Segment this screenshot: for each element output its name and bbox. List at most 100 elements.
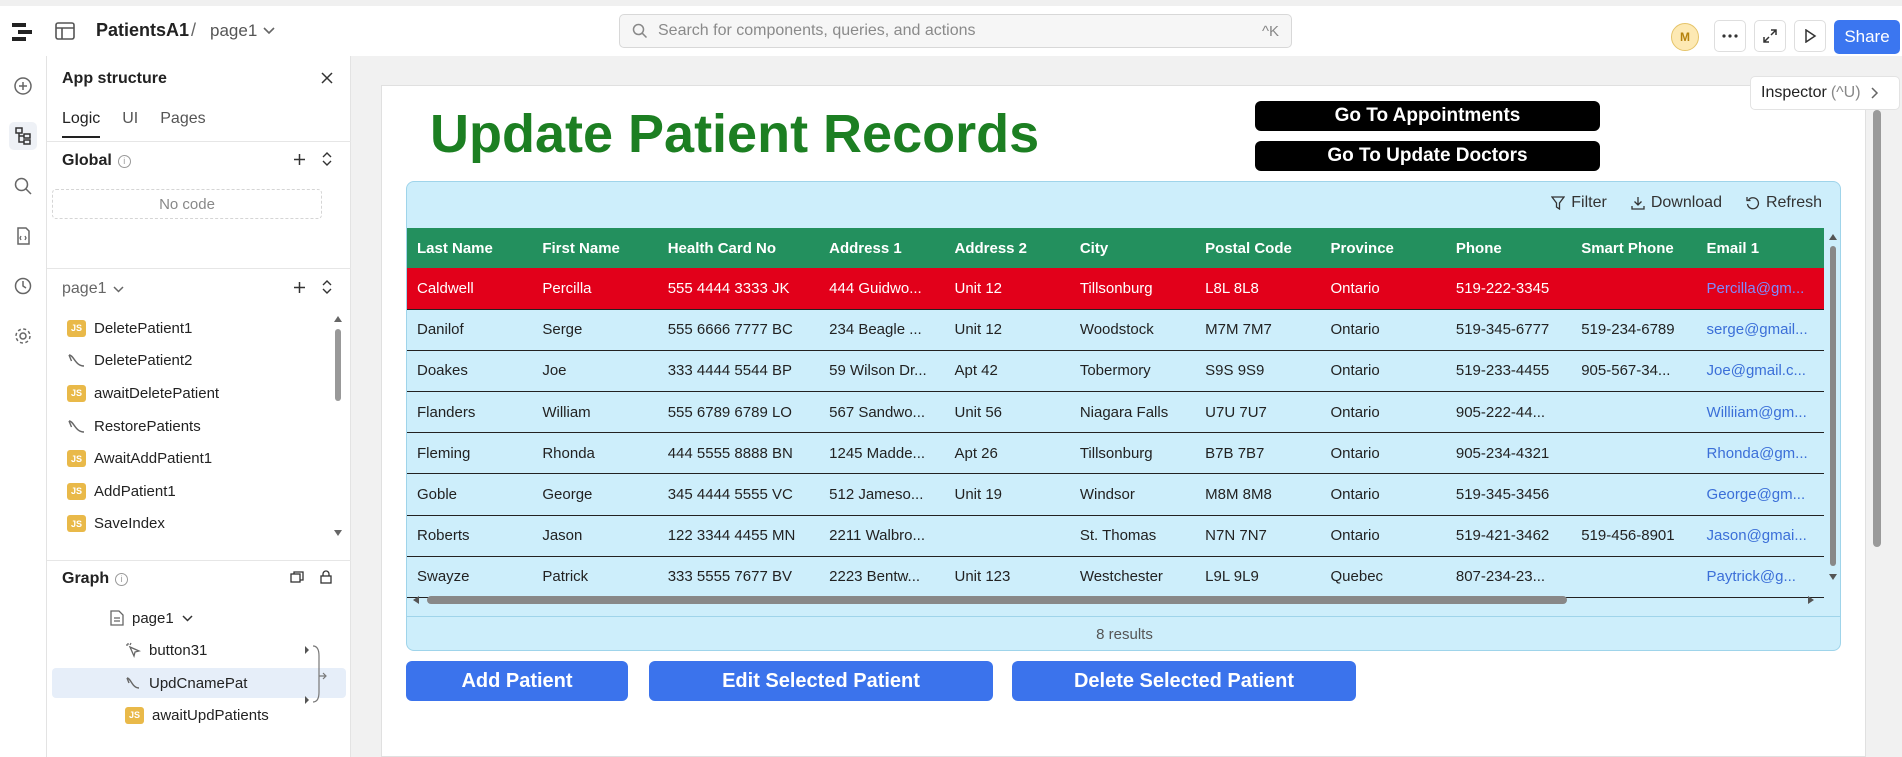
add-patient-button[interactable]: Add Patient	[406, 661, 628, 701]
close-panel-button[interactable]	[317, 68, 337, 88]
table-row[interactable]: Danilof Serge 555 6666 7777 BC 234 Beagle .…	[407, 309, 1824, 351]
code-rail-button[interactable]	[9, 222, 37, 250]
column-header[interactable]: Health Card No	[657, 228, 820, 268]
column-header[interactable]: City	[1069, 228, 1196, 268]
user-avatar[interactable]: M	[1671, 23, 1699, 51]
query-item[interactable]: DeletePatient2	[67, 345, 337, 378]
layout-icon[interactable]	[55, 22, 75, 40]
table-cell: Danilof	[407, 309, 533, 351]
graph-node-updcnamepat[interactable]: UpdCnamePat	[125, 669, 247, 697]
preview-button[interactable]	[1794, 20, 1826, 52]
download-button[interactable]: Download	[1631, 194, 1722, 212]
page-tools	[293, 280, 332, 294]
query-item[interactable]: JS SaveIndex	[67, 508, 337, 541]
refresh-button[interactable]: Refresh	[1746, 194, 1822, 212]
edit-selected-patient-button[interactable]: Edit Selected Patient	[649, 661, 993, 701]
table-cell: 567 Sandwo...	[819, 391, 945, 434]
graph-node-awaitupdpatients[interactable]: JS awaitUpdPatients	[125, 701, 269, 729]
table-cell: U7U 7U7	[1195, 391, 1321, 434]
table-cell: 519-456-8901	[1571, 515, 1697, 557]
table-row[interactable]: Goble George 345 4444 5555 VC 512 Jameso...…	[407, 473, 1824, 516]
expand-collapse-icon[interactable]	[322, 280, 332, 294]
lock-icon[interactable]	[320, 570, 332, 584]
filter-button[interactable]: Filter	[1551, 194, 1607, 212]
tab-ui[interactable]: UI	[122, 110, 138, 138]
query-item-label: AwaitAddPatient1	[94, 450, 213, 468]
expand-collapse-icon[interactable]	[322, 152, 332, 166]
query-list: JS DeletePatient1 DeletePatient2 JS awaitDel…	[67, 312, 337, 608]
app-structure-button[interactable]	[9, 122, 37, 150]
page-section-header[interactable]: page1	[62, 280, 124, 298]
plus-circle-icon	[14, 77, 32, 95]
history-rail-button[interactable]	[9, 272, 37, 300]
no-code-placeholder: No code	[52, 189, 322, 219]
column-header[interactable]: Address 1	[819, 228, 945, 268]
query-item[interactable]: JS DeletePatient1	[67, 312, 337, 345]
fullscreen-button[interactable]	[1754, 20, 1786, 52]
tab-logic[interactable]: Logic	[62, 110, 101, 138]
page-icon	[110, 610, 124, 626]
graph-node-button31[interactable]: button31	[125, 636, 207, 664]
delete-selected-patient-button[interactable]: Delete Selected Patient	[1012, 661, 1356, 701]
search-rail-button[interactable]	[9, 172, 37, 200]
more-icon	[1722, 34, 1738, 38]
table-row[interactable]: Fleming Rhonda 444 5555 8888 BN 1245 Madde.…	[407, 432, 1824, 475]
retool-logo-icon[interactable]	[10, 20, 34, 44]
table-row[interactable]: Swayze Patrick 333 5555 7677 BV 2223 Bentw.…	[407, 556, 1824, 599]
table-cell: 807-234-23...	[1445, 556, 1572, 599]
column-header[interactable]: Address 2	[944, 228, 1070, 268]
info-icon[interactable]: i	[117, 154, 131, 168]
table-row[interactable]: Doakes Joe 333 4444 5544 BP 59 Wilson Dr...…	[407, 350, 1824, 393]
query-item[interactable]: JS AwaitAddPatient1	[67, 442, 337, 475]
query-item-label: DeletePatient2	[94, 352, 193, 370]
query-list-scrollbar[interactable]	[333, 312, 343, 540]
add-component-button[interactable]	[9, 72, 37, 100]
column-header[interactable]: Postal Code	[1195, 228, 1321, 268]
column-header[interactable]: Province	[1320, 228, 1446, 268]
table-row[interactable]: Flanders William 555 6789 6789 LO 567 Sandw…	[407, 391, 1824, 434]
filter-label: Filter	[1571, 194, 1607, 211]
page-section-label: page1	[62, 280, 107, 297]
column-header[interactable]: Phone	[1445, 228, 1572, 268]
query-icon	[126, 677, 140, 689]
chevron-down-icon	[263, 27, 275, 35]
more-options-button[interactable]	[1714, 20, 1746, 52]
inspector-toggle[interactable]: Inspector (^U)	[1750, 76, 1900, 110]
table-vertical-scrollbar[interactable]	[1826, 228, 1840, 586]
graph-page-node[interactable]: page1	[110, 604, 193, 632]
table-cell: Ontario	[1320, 350, 1446, 393]
column-header[interactable]: Last Name	[407, 228, 533, 268]
query-item[interactable]: JS awaitDeletePatient	[67, 377, 337, 410]
query-item[interactable]: JS AddPatient1	[67, 475, 337, 508]
page-selector[interactable]: page1	[210, 21, 275, 41]
info-icon[interactable]: i	[115, 572, 129, 586]
history-icon	[14, 277, 32, 295]
add-icon[interactable]	[293, 281, 306, 294]
column-header[interactable]: Smart Phone	[1571, 228, 1697, 268]
table-cell: Quebec	[1320, 556, 1446, 599]
search-bar[interactable]: ^K	[619, 14, 1292, 48]
table-cell: Rhonda	[532, 432, 658, 475]
settings-rail-button[interactable]	[9, 322, 37, 350]
js-icon: JS	[67, 319, 86, 337]
go-to-update-doctors-button[interactable]: Go To Update Doctors	[1255, 141, 1600, 171]
inspector-shortcut: (^U)	[1830, 84, 1861, 101]
table-cell: Unit 12	[944, 268, 1070, 310]
share-button[interactable]: Share	[1834, 20, 1900, 54]
graph-node-label: UpdCnamePat	[149, 674, 248, 692]
table-row[interactable]: Roberts Jason 122 3344 4455 MN 2211 Walbro.…	[407, 515, 1824, 557]
column-header[interactable]: Email 1	[1696, 228, 1824, 268]
query-item[interactable]: RestorePatients	[67, 410, 337, 443]
tab-pages[interactable]: Pages	[160, 110, 205, 138]
add-icon[interactable]	[293, 153, 306, 166]
js-icon: JS	[67, 515, 86, 533]
table-horizontal-scrollbar[interactable]	[407, 593, 1825, 607]
column-header[interactable]: First Name	[532, 228, 658, 268]
canvas-scrollbar[interactable]	[1873, 110, 1881, 547]
copy-icon[interactable]	[290, 570, 304, 584]
go-to-appointments-button[interactable]: Go To Appointments	[1255, 101, 1600, 131]
table-cell: 59 Wilson Dr...	[819, 350, 945, 393]
app-name[interactable]: PatientsA1	[96, 20, 189, 41]
table-row[interactable]: Caldwell Percilla 555 4444 3333 JK 444 Guid…	[407, 268, 1824, 310]
search-input[interactable]	[658, 22, 1262, 40]
